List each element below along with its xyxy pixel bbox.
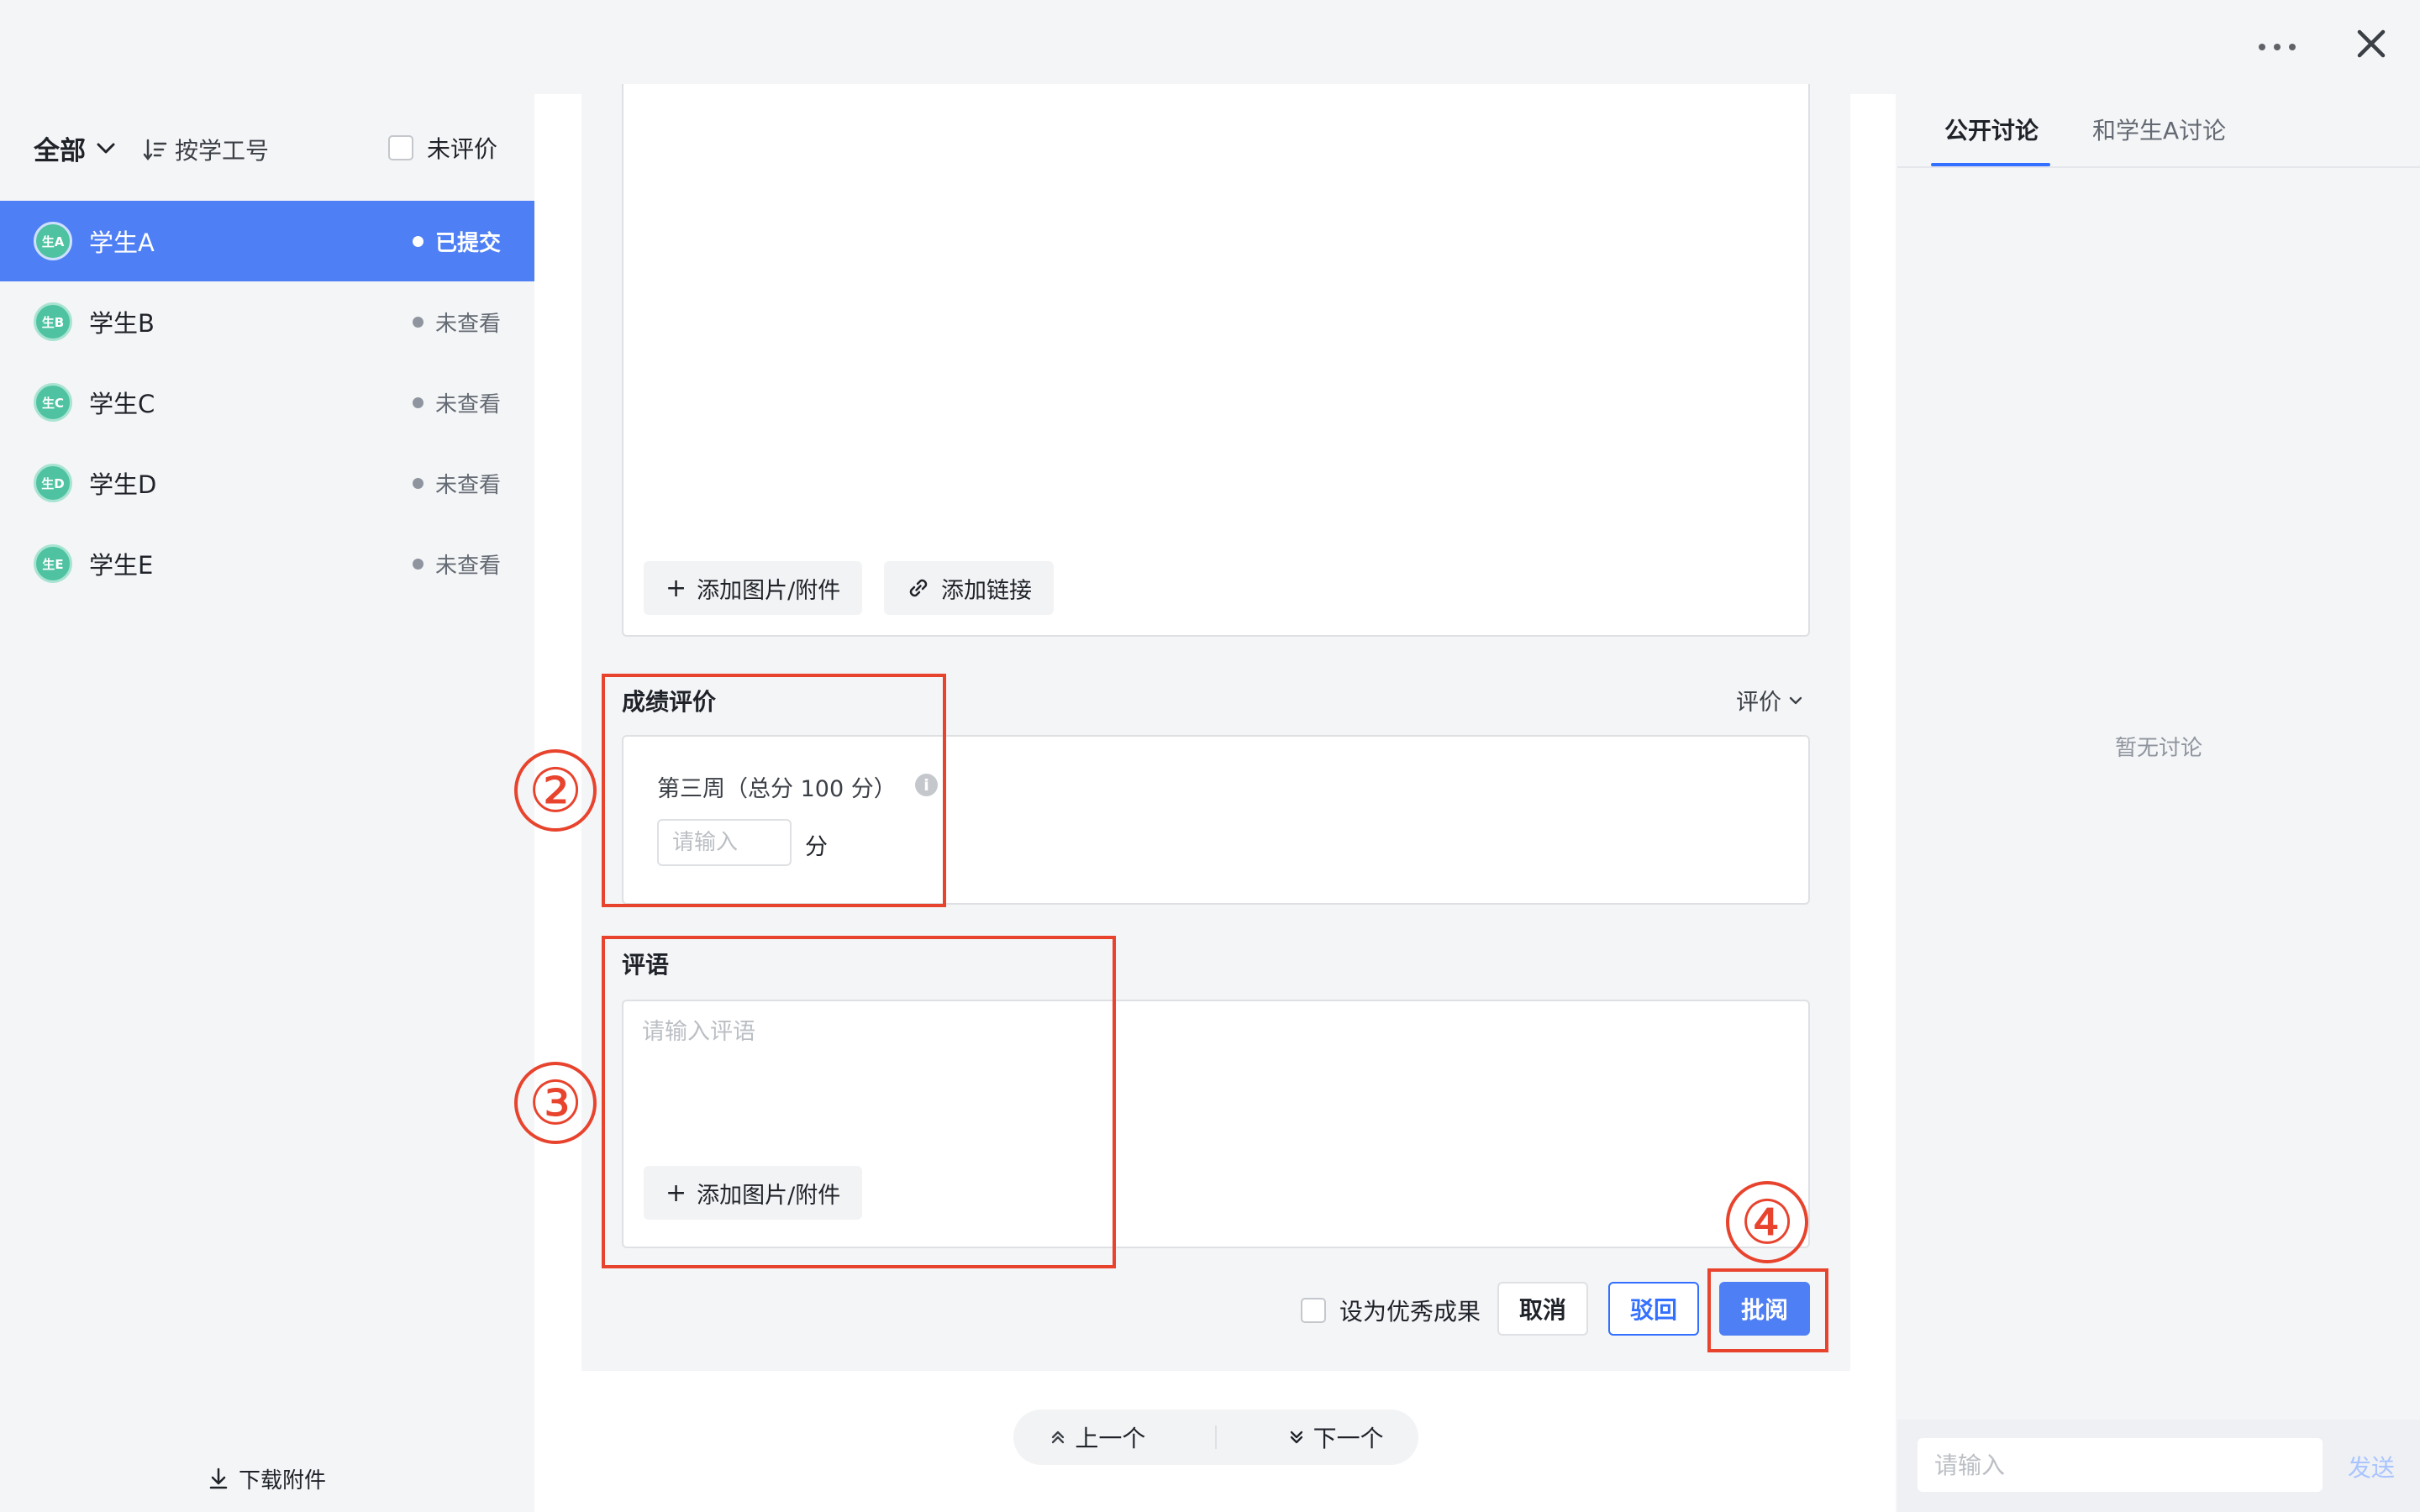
avatar: 生B — [34, 302, 72, 341]
student-item-c[interactable]: 生C 学生C 未查看 — [0, 362, 534, 443]
status-badge: 未查看 — [412, 468, 501, 499]
status-dot-icon — [412, 396, 424, 408]
download-icon — [209, 1467, 228, 1489]
unreviewed-filter-checkbox[interactable]: 未评价 — [388, 131, 497, 165]
download-attachments-button[interactable]: 下载附件 — [207, 1462, 326, 1495]
double-chevron-up-icon — [1052, 1431, 1065, 1444]
close-icon[interactable] — [2353, 25, 2390, 62]
annotation-step-4: ④ — [1726, 1181, 1808, 1263]
status-badge: 已提交 — [412, 226, 501, 257]
empty-discussion-text: 暂无讨论 — [2114, 736, 2202, 761]
double-chevron-down-icon — [1290, 1431, 1302, 1444]
student-item-b[interactable]: 生B 学生B 未查看 — [0, 281, 534, 362]
annotation-box-review — [1707, 1268, 1828, 1352]
student-name: 学生E — [89, 551, 154, 580]
more-icon[interactable] — [2259, 39, 2296, 55]
student-item-e[interactable]: 生E 学生E 未查看 — [0, 523, 534, 604]
tab-student-discussion[interactable]: 和学生A讨论 — [2092, 113, 2226, 146]
chevron-down-icon — [1789, 696, 1802, 704]
tabs-divider — [1897, 166, 2420, 168]
avatar: 生A — [34, 222, 72, 260]
pager-divider — [1215, 1425, 1217, 1449]
checkbox[interactable] — [388, 135, 413, 160]
unreviewed-label: 未评价 — [427, 135, 498, 163]
avatar: 生D — [34, 464, 72, 502]
student-item-d[interactable]: 生D 学生D 未查看 — [0, 443, 534, 523]
student-item-a[interactable]: 生A 学生A 已提交 — [0, 201, 534, 281]
status-dot-icon — [412, 316, 424, 328]
tab-public-discussion[interactable]: 公开讨论 — [1944, 113, 2039, 146]
annotation-step-2: ② — [514, 749, 597, 832]
sort-icon — [143, 139, 167, 161]
annotation-box-grade — [602, 674, 946, 907]
annotation-step-3: ③ — [514, 1062, 597, 1144]
status-badge: 未查看 — [412, 549, 501, 580]
student-name: 学生B — [89, 309, 155, 338]
mark-excellent-checkbox[interactable]: 设为优秀成果 — [1301, 1294, 1481, 1327]
chevron-down-icon — [97, 143, 115, 154]
add-link-button[interactable]: 添加链接 — [884, 561, 1054, 615]
status-badge: 未查看 — [412, 387, 501, 418]
filter-dropdown[interactable]: 全部 — [34, 131, 118, 166]
next-button[interactable]: 下一个 — [1286, 1420, 1384, 1454]
avatar: 生C — [34, 383, 72, 422]
avatar: 生E — [34, 544, 72, 583]
send-button[interactable]: 发送 — [2348, 1450, 2395, 1483]
sort-label: 按学工号 — [175, 137, 270, 165]
link-icon — [909, 579, 928, 597]
status-dot-icon — [412, 477, 424, 489]
status-badge: 未查看 — [412, 307, 501, 338]
previous-button[interactable]: 上一个 — [1048, 1420, 1145, 1454]
student-name: 学生C — [89, 390, 155, 418]
student-name: 学生A — [89, 228, 155, 257]
discussion-input[interactable] — [1918, 1438, 2323, 1492]
checkbox[interactable] — [1301, 1298, 1326, 1323]
status-dot-icon — [412, 235, 424, 247]
evaluation-dropdown[interactable]: 评价 — [1736, 684, 1805, 717]
status-dot-icon — [412, 558, 424, 570]
cancel-button[interactable]: 取消 — [1497, 1282, 1588, 1336]
reject-button[interactable]: 驳回 — [1608, 1282, 1699, 1336]
plus-icon: + — [666, 573, 687, 603]
annotation-box-comment — [602, 936, 1116, 1268]
filter-label: 全部 — [34, 135, 86, 166]
sort-by-id-button[interactable]: 按学工号 — [143, 133, 269, 166]
download-label: 下载附件 — [239, 1467, 327, 1494]
pager: 上一个 下一个 — [1013, 1410, 1418, 1465]
student-name: 学生D — [89, 470, 157, 499]
add-attachment-button[interactable]: + 添加图片/附件 — [644, 561, 863, 615]
discussion-panel — [1897, 94, 2420, 1512]
submission-editor — [622, 84, 1810, 637]
